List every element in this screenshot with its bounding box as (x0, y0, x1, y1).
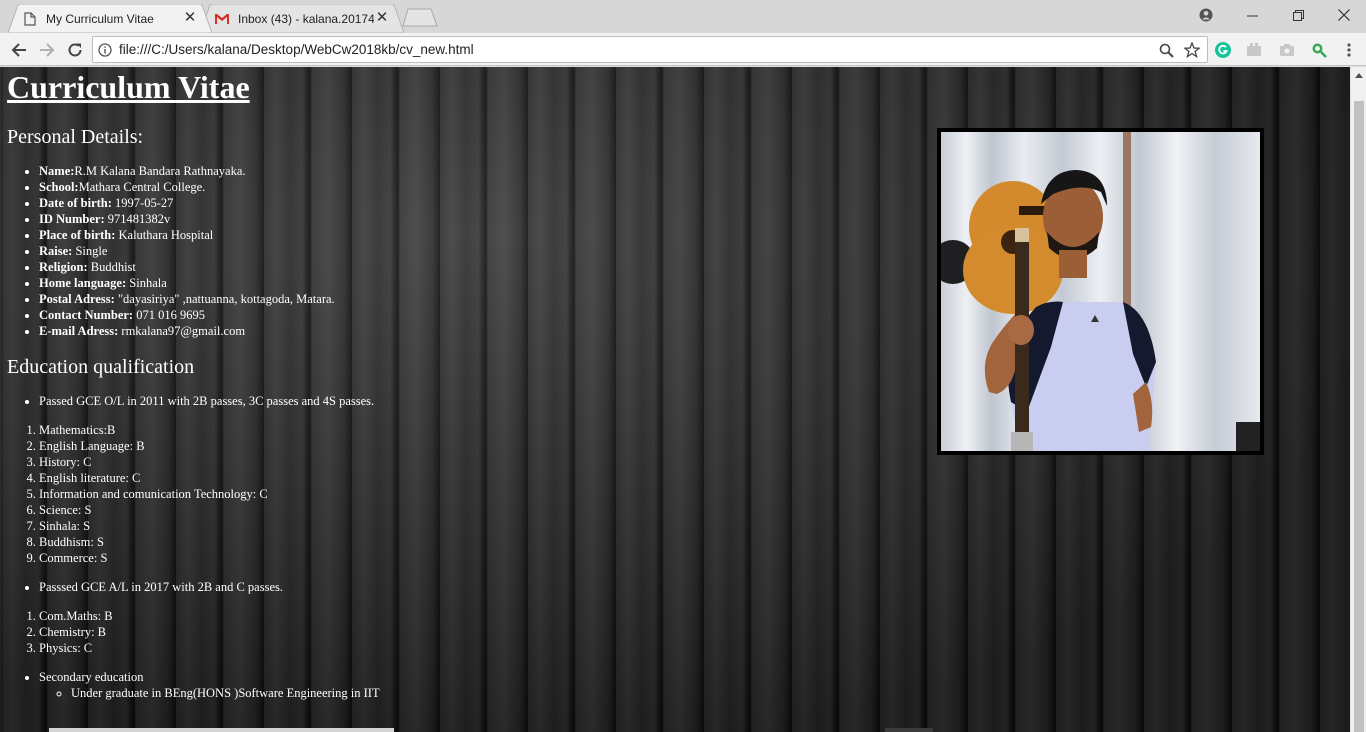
tab-inbox[interactable]: Inbox (43) - kalana.201745 ✕ (200, 4, 404, 33)
minimize-icon[interactable] (1229, 0, 1275, 30)
page-viewport: Curriculum Vitae Personal Details: Name:… (0, 67, 1350, 732)
list-item: Sinhala: S (39, 518, 1350, 534)
detail-label: ID Number: (39, 212, 105, 226)
profile-photo (937, 128, 1264, 455)
detail-label: Raise: (39, 244, 73, 258)
detail-label: Contact Number: (39, 308, 134, 322)
list-item: Com.Maths: B (39, 608, 1350, 624)
profile-icon[interactable] (1183, 0, 1229, 30)
secondary-education-label: Secondary education (39, 670, 144, 684)
camera-icon[interactable] (1278, 41, 1296, 59)
tab-title: Inbox (43) - kalana.201745 (238, 11, 374, 26)
detail-value: 1997-05-27 (111, 196, 174, 210)
detail-label: Religion: (39, 260, 88, 274)
vertical-scrollbar[interactable] (1350, 67, 1366, 732)
star-icon[interactable] (1183, 41, 1201, 59)
list-item: Information and comunication Technology:… (39, 486, 1350, 502)
detail-value: Sinhala (126, 276, 167, 290)
detail-value: "dayasiriya" ,nattuanna, kottagoda, Mata… (114, 292, 335, 306)
url-text[interactable]: file:///C:/Users/kalana/Desktop/WebCw201… (119, 42, 474, 57)
detail-label: Name: (39, 164, 75, 178)
detail-value: 071 016 9695 (133, 308, 205, 322)
extension-icon[interactable] (1245, 41, 1263, 59)
reload-icon[interactable] (62, 37, 88, 63)
list-item: Physics: C (39, 640, 1350, 656)
back-icon[interactable] (6, 37, 32, 63)
al-summary-list: Passsed GCE A/L in 2017 with 2B and C pa… (39, 579, 1350, 595)
forward-icon[interactable] (34, 37, 60, 63)
al-summary: Passsed GCE A/L in 2017 with 2B and C pa… (39, 579, 1350, 595)
detail-value: Buddhist (87, 260, 136, 274)
scroll-up-icon[interactable] (1351, 67, 1366, 84)
tab-strip: Inbox (43) - kalana.201745 ✕ My Curricul… (0, 0, 1366, 33)
gmail-icon (214, 11, 230, 27)
close-tab-icon[interactable]: ✕ (374, 10, 390, 26)
detail-label: E-mail Adress: (39, 324, 119, 338)
list-item: Science: S (39, 502, 1350, 518)
al-grades-list: Com.Maths: B Chemistry: B Physics: C (39, 608, 1350, 656)
info-icon[interactable] (97, 42, 113, 58)
restore-icon[interactable] (1275, 0, 1321, 30)
detail-label: School: (39, 180, 79, 194)
new-tab-button[interactable] (402, 8, 438, 27)
detail-value: 971481382v (104, 212, 171, 226)
browser-toolbar: file:///C:/Users/kalana/Desktop/WebCw201… (0, 33, 1366, 66)
detail-value: rmkalana97@gmail.com (118, 324, 246, 338)
close-window-icon[interactable] (1321, 0, 1366, 30)
address-bar[interactable]: file:///C:/Users/kalana/Desktop/WebCw201… (92, 36, 1208, 63)
close-tab-icon[interactable]: ✕ (182, 10, 198, 26)
detail-label: Home language: (39, 276, 127, 290)
taskbar-indicator (885, 728, 933, 732)
secondary-education-list: Secondary education Under graduate in BE… (39, 669, 1350, 701)
detail-label: Date of birth: (39, 196, 112, 210)
tab-title: My Curriculum Vitae (46, 11, 154, 26)
list-item: Chemistry: B (39, 624, 1350, 640)
scrollbar-thumb[interactable] (1354, 101, 1364, 732)
list-item: History: C (39, 454, 1350, 470)
zoom-icon[interactable] (1157, 41, 1175, 59)
secondary-sub-list: Under graduate in BEng(HONS )Software En… (71, 685, 1350, 701)
list-item: Buddhism: S (39, 534, 1350, 550)
grammarly-icon[interactable] (1214, 41, 1232, 59)
horizontal-scroll-thumb[interactable] (49, 728, 394, 732)
detail-label: Postal Adress: (39, 292, 115, 306)
tab-cv[interactable]: My Curriculum Vitae ✕ (8, 4, 212, 33)
page-title: Curriculum Vitae (7, 69, 250, 105)
secondary-education-item: Secondary education Under graduate in BE… (39, 669, 1350, 701)
menu-icon[interactable] (1340, 41, 1358, 59)
detail-value: R.M Kalana Bandara Rathnayaka. (74, 164, 246, 178)
detail-value: Single (72, 244, 108, 258)
document-icon (22, 11, 38, 27)
detail-value: Kaluthara Hospital (115, 228, 214, 242)
search-extension-icon[interactable] (1310, 41, 1328, 59)
list-item: Under graduate in BEng(HONS )Software En… (71, 685, 1350, 701)
detail-label: Place of birth: (39, 228, 116, 242)
list-item: Commerce: S (39, 550, 1350, 566)
detail-value: Mathara Central College. (78, 180, 206, 194)
list-item: English literature: C (39, 470, 1350, 486)
